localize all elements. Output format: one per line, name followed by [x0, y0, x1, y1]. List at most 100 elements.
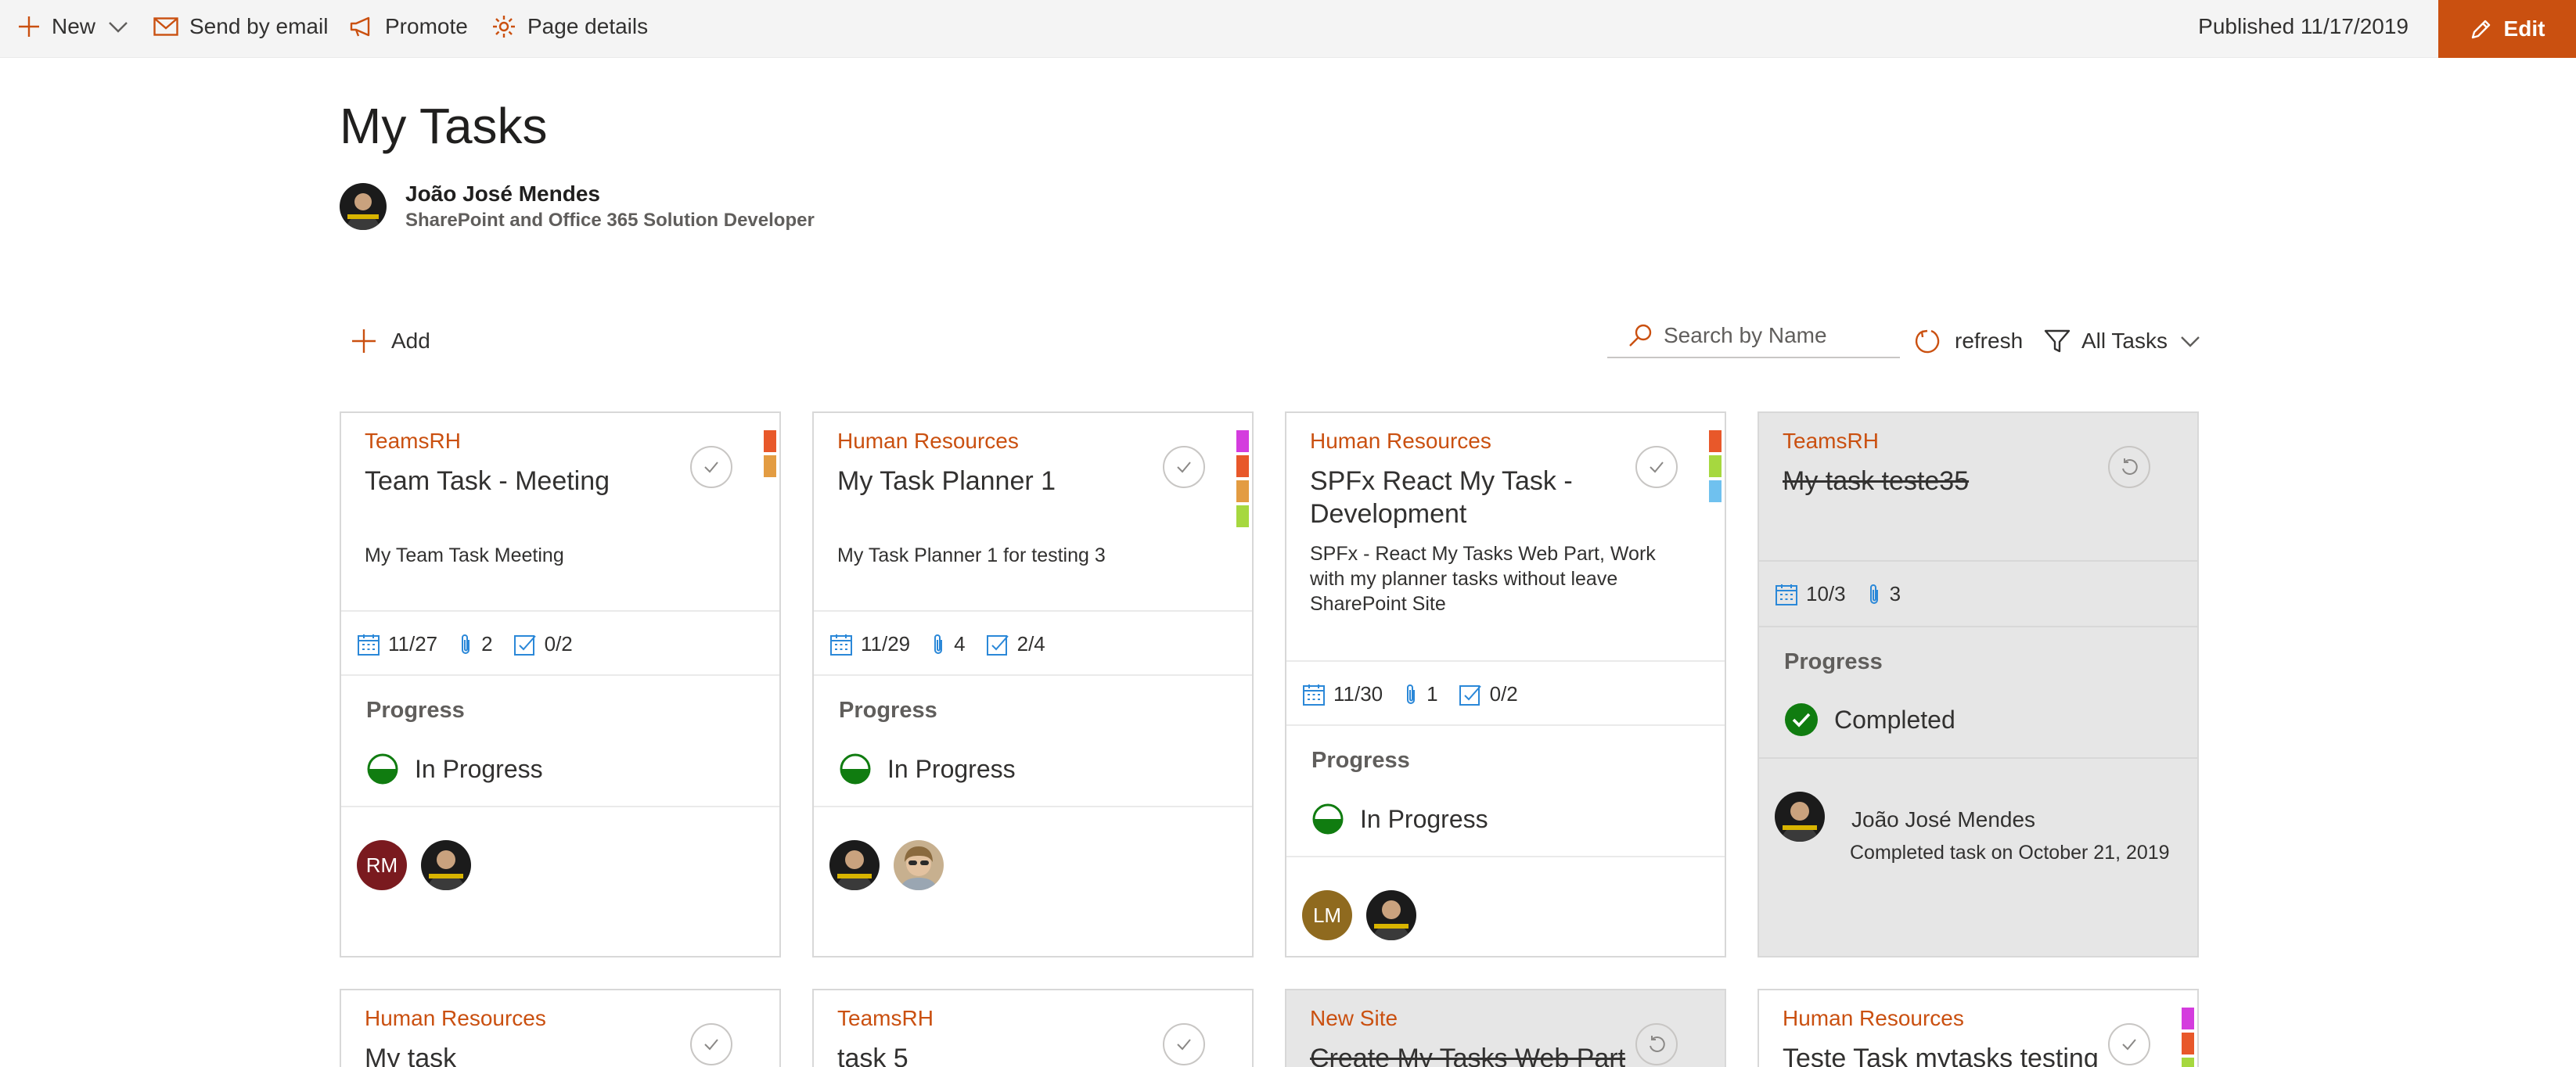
- complete-task-button[interactable]: [1163, 446, 1205, 488]
- undo-icon: [2122, 458, 2138, 475]
- task-meta: 10/3 3: [1775, 582, 1921, 606]
- progress-heading: Progress: [1784, 649, 1883, 674]
- add-task-button[interactable]: Add: [351, 322, 430, 360]
- task-card[interactable]: TeamsRH task 5: [812, 989, 1254, 1067]
- calendar-icon: [830, 634, 852, 656]
- category-label: [1236, 505, 1249, 527]
- completed-check-icon: [1785, 703, 1818, 736]
- task-card[interactable]: Human Resources SPFx React My Task - Dev…: [1285, 411, 1726, 957]
- divider: [341, 610, 779, 612]
- progress-label: In Progress: [1360, 804, 1488, 833]
- avatar: [340, 183, 387, 230]
- due-date: 11/30: [1333, 682, 1383, 706]
- category-label: [1236, 430, 1249, 452]
- checkmark-icon: [704, 462, 718, 473]
- task-title: SPFx React My Task - Development: [1310, 466, 1573, 529]
- page-title: My Tasks: [340, 98, 548, 154]
- user-role: SharePoint and Office 365 Solution Devel…: [405, 210, 815, 231]
- plan-name: Human Resources: [1783, 1006, 1964, 1030]
- divider: [341, 806, 779, 807]
- search-input[interactable]: [1664, 323, 1883, 348]
- reopen-task-button[interactable]: [2108, 446, 2150, 488]
- refresh-button[interactable]: refresh: [1912, 322, 2023, 360]
- checklist-count: 2/4: [1016, 632, 1045, 656]
- complete-task-button[interactable]: [690, 1023, 732, 1065]
- checklist-count: 0/2: [1489, 682, 1518, 706]
- complete-task-button[interactable]: [1635, 446, 1678, 488]
- complete-task-button[interactable]: [2108, 1023, 2150, 1065]
- plan-name: TeamsRH: [837, 1006, 934, 1030]
- megaphone-icon: [350, 16, 370, 37]
- task-title: My task teste35: [1783, 466, 1970, 496]
- refresh-icon: [1915, 329, 1940, 354]
- task-description: SPFx - React My Tasks Web Part, Work wit…: [1310, 543, 1656, 615]
- attachment-count: 3: [1889, 582, 1901, 605]
- task-card[interactable]: Human Resources Teste Task mytasks testi…: [1758, 989, 2199, 1067]
- assignees: LM: [1302, 890, 1430, 940]
- category-label: [2182, 1058, 2194, 1067]
- filter-label: All Tasks: [2081, 329, 2168, 353]
- new-label: New: [52, 14, 96, 38]
- assignee-avatar[interactable]: [1366, 890, 1416, 940]
- category-label: [1236, 455, 1249, 477]
- edit-button[interactable]: Edit: [2438, 0, 2576, 58]
- assignee-avatar[interactable]: LM: [1302, 890, 1352, 940]
- plan-name: New Site: [1310, 1006, 1398, 1030]
- pencil-icon: [2471, 20, 2490, 39]
- task-card[interactable]: Human Resources My task: [340, 989, 781, 1067]
- category-label: [2182, 1008, 2194, 1029]
- divider: [1286, 724, 1725, 726]
- task-meta: 11/30 1 0/2: [1302, 682, 1538, 706]
- send-by-email-button[interactable]: Send by email: [153, 0, 328, 53]
- complete-task-button[interactable]: [1163, 1023, 1205, 1065]
- progress-status: Completed: [1784, 702, 1955, 737]
- filter-dropdown[interactable]: All Tasks: [2044, 322, 2200, 360]
- divider: [814, 674, 1252, 676]
- task-title: My task: [365, 1044, 457, 1067]
- assignees: RM: [357, 840, 485, 890]
- send-by-email-label: Send by email: [189, 14, 329, 38]
- category-label: [764, 430, 776, 452]
- divider: [1759, 560, 2197, 562]
- category-labels: [2182, 1008, 2194, 1067]
- task-card[interactable]: New Site Create My Tasks Web Part: [1285, 989, 1726, 1067]
- page-details-button[interactable]: Page details: [491, 0, 648, 53]
- paperclip-icon: [934, 634, 943, 654]
- progress-heading: Progress: [366, 698, 465, 723]
- checkmark-icon: [1650, 462, 1664, 473]
- paperclip-icon: [1407, 684, 1416, 704]
- category-label: [764, 455, 776, 477]
- new-button[interactable]: New: [17, 0, 128, 53]
- task-meta: 11/29 4 2/4: [829, 632, 1066, 656]
- assignee-avatar[interactable]: [894, 840, 944, 890]
- mail-icon: [153, 17, 178, 36]
- in-progress-icon: [840, 753, 871, 785]
- checkmark-icon: [1177, 1039, 1191, 1051]
- task-card[interactable]: TeamsRH My task teste35 10/3 3 Progress …: [1758, 411, 2199, 957]
- category-label: [1709, 430, 1722, 452]
- assignee-avatar[interactable]: [829, 840, 880, 890]
- task-card[interactable]: Human Resources My Task Planner 1 My Tas…: [812, 411, 1254, 957]
- assignee-avatar[interactable]: RM: [357, 840, 407, 890]
- reopen-task-button[interactable]: [1635, 1023, 1678, 1065]
- chevron-down-icon: [109, 22, 128, 33]
- page-details-label: Page details: [527, 14, 649, 38]
- add-label: Add: [391, 329, 430, 353]
- attachment-count: 4: [954, 632, 966, 656]
- published-status: Published 11/17/2019: [2198, 14, 2409, 38]
- complete-task-button[interactable]: [690, 446, 732, 488]
- attachment-count: 2: [481, 632, 493, 656]
- divider: [341, 674, 779, 676]
- promote-button[interactable]: Promote: [349, 0, 468, 53]
- assignee-avatar[interactable]: [421, 840, 471, 890]
- progress-label: In Progress: [415, 754, 543, 783]
- divider: [1759, 626, 2197, 627]
- plan-name: TeamsRH: [365, 429, 461, 453]
- progress-status: In Progress: [1311, 803, 1488, 835]
- checklist-icon: [1459, 684, 1481, 706]
- task-card[interactable]: TeamsRH Team Task - Meeting My Team Task…: [340, 411, 781, 957]
- task-description: My Team Task Meeting: [365, 544, 564, 566]
- plan-name: Human Resources: [365, 1006, 546, 1030]
- checklist-count: 0/2: [544, 632, 573, 656]
- search-icon: [1629, 324, 1652, 347]
